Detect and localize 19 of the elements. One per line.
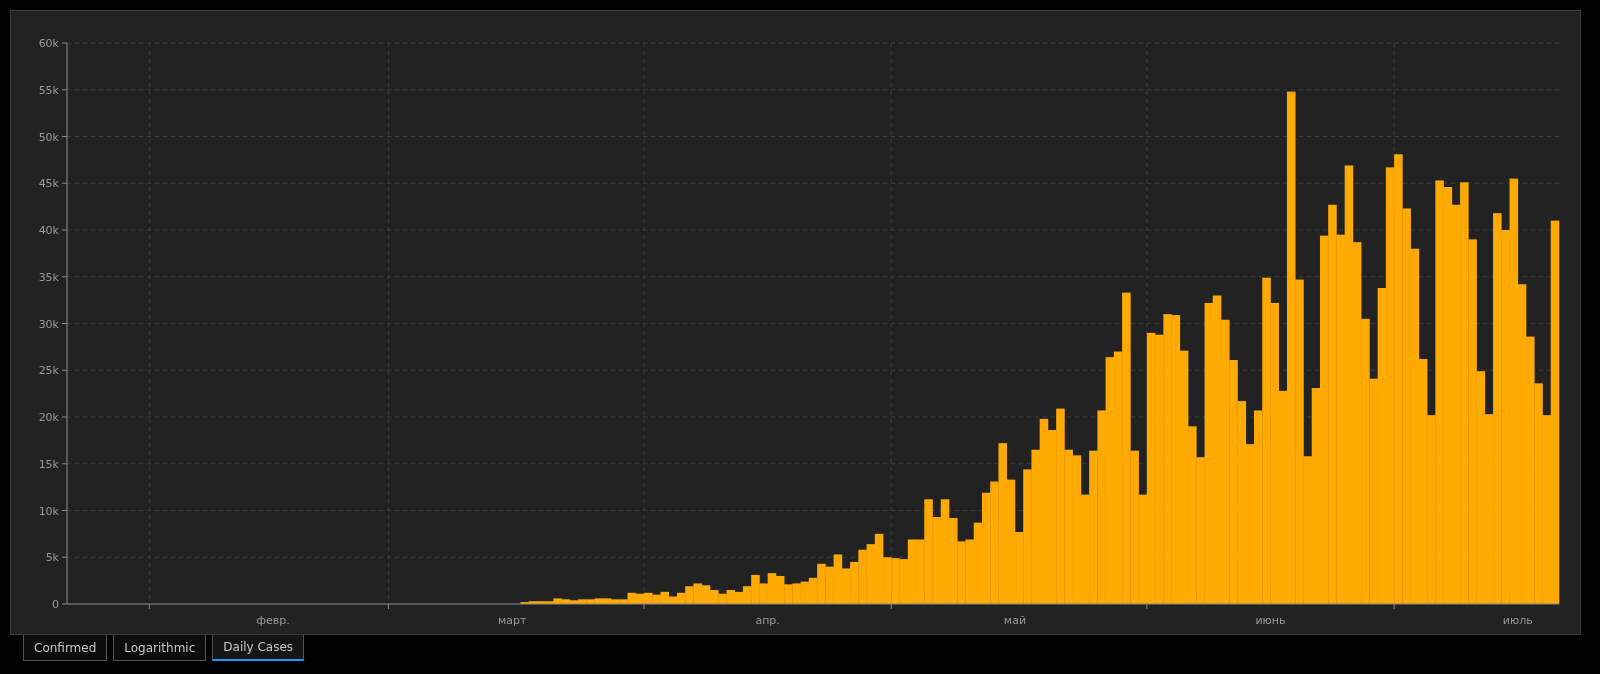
y-axis-label: 25k <box>38 364 59 378</box>
y-axis-label: 5k <box>45 551 59 565</box>
x-axis-label: апр. <box>755 614 780 627</box>
y-axis-label: 15k <box>38 457 59 471</box>
y-axis-label: 20k <box>38 411 59 424</box>
x-axis-label: май <box>1003 614 1027 627</box>
x-axis-label: март <box>497 614 527 627</box>
y-axis-label: 40k <box>38 224 59 237</box>
x-axis-label: июль <box>1502 614 1533 627</box>
x-axis-label: июнь <box>1255 614 1286 627</box>
y-axis-label: 50k <box>38 130 59 144</box>
y-axis-label: 0 <box>52 598 59 611</box>
x-axis-label: февр. <box>256 614 290 627</box>
y-axis-label: 10k <box>38 504 59 518</box>
y-axis-label: 30k <box>38 317 59 331</box>
y-axis-label: 35k <box>38 270 59 284</box>
y-axis-label: 60k <box>38 37 59 50</box>
y-axis-label: 55k <box>38 83 59 97</box>
y-axis-label: 45k <box>38 177 59 191</box>
